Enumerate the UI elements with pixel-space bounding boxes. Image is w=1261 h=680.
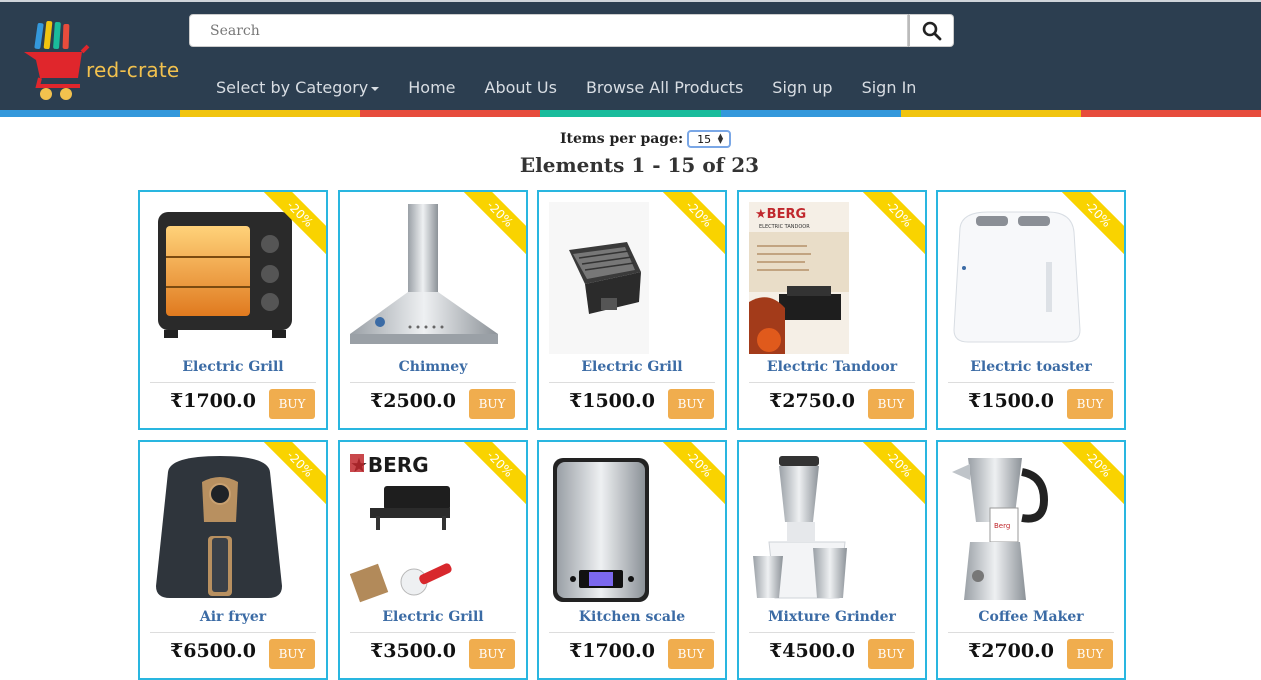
product-card[interactable]: ★BERG -20% Electric Grill ₹3500.0 BUY bbox=[338, 440, 528, 680]
divider bbox=[150, 632, 316, 633]
nav-label: Select by Category bbox=[216, 78, 369, 97]
main-nav: Select by Category Home About Us Browse … bbox=[216, 78, 945, 100]
product-name[interactable]: Coffee Maker bbox=[938, 609, 1124, 625]
divider bbox=[350, 632, 516, 633]
divider bbox=[749, 632, 915, 633]
svg-text:★BERG: ★BERG bbox=[755, 207, 806, 222]
product-name[interactable]: Mixture Grinder bbox=[739, 609, 925, 625]
oven-toaster-image[interactable] bbox=[150, 202, 300, 354]
product-price: ₹2500.0 bbox=[370, 390, 456, 412]
nav-sign-in[interactable]: Sign In bbox=[862, 78, 917, 100]
search-button[interactable] bbox=[908, 14, 954, 47]
kitchen-scale-image[interactable] bbox=[549, 452, 699, 604]
product-name[interactable]: Electric Tandoor bbox=[739, 359, 925, 375]
buy-button[interactable]: BUY bbox=[668, 639, 714, 669]
buy-button[interactable]: BUY bbox=[868, 639, 914, 669]
product-price: ₹1700.0 bbox=[569, 640, 655, 662]
product-name[interactable]: Electric Grill bbox=[539, 359, 725, 375]
product-price: ₹1500.0 bbox=[569, 390, 655, 412]
color-stripe bbox=[0, 110, 1261, 117]
buy-button[interactable]: BUY bbox=[269, 639, 315, 669]
product-card[interactable]: -20% Kitchen scale ₹1700.0 BUY bbox=[537, 440, 727, 680]
berg-grill-image[interactable]: ★BERG bbox=[350, 452, 500, 604]
mixer-grinder-image[interactable] bbox=[749, 452, 899, 604]
product-price: ₹4500.0 bbox=[769, 640, 855, 662]
product-price: ₹1500.0 bbox=[968, 390, 1054, 412]
electric-grill-image[interactable] bbox=[549, 202, 699, 354]
tandoor-brochure-image[interactable]: ★BERG ELECTRIC TANDOOR bbox=[749, 202, 899, 354]
product-price: ₹2700.0 bbox=[968, 640, 1054, 662]
brand-name: red-crate bbox=[86, 58, 180, 82]
stripe-segment bbox=[720, 110, 901, 117]
toaster-image[interactable] bbox=[948, 202, 1098, 354]
items-per-page: Items per page: 15 ▲ ▼ bbox=[560, 129, 732, 149]
buy-button[interactable]: BUY bbox=[868, 389, 914, 419]
product-card[interactable]: -20% Mixture Grinder ₹4500.0 BUY bbox=[737, 440, 927, 680]
nav-select-by-category[interactable]: Select by Category bbox=[216, 78, 380, 100]
buy-button[interactable]: BUY bbox=[469, 389, 515, 419]
divider bbox=[350, 382, 516, 383]
product-price: ₹6500.0 bbox=[170, 640, 256, 662]
product-card[interactable]: -20% Air fryer ₹6500.0 BUY bbox=[138, 440, 328, 680]
divider bbox=[749, 382, 915, 383]
items-per-page-value: 15 bbox=[697, 132, 712, 146]
search-input[interactable] bbox=[189, 14, 908, 47]
divider bbox=[948, 632, 1114, 633]
coffee-maker-image[interactable]: Berg bbox=[948, 452, 1098, 604]
select-arrows-icon: ▲ ▼ bbox=[717, 132, 724, 145]
search-icon bbox=[922, 21, 941, 40]
elements-count: Elements 1 - 15 of 23 bbox=[519, 153, 760, 177]
product-price: ₹2750.0 bbox=[769, 390, 855, 412]
stripe-segment bbox=[900, 110, 1081, 117]
caret-down-icon bbox=[371, 86, 380, 91]
buy-button[interactable]: BUY bbox=[1067, 389, 1113, 419]
items-per-page-select[interactable]: 15 ▲ ▼ bbox=[687, 130, 732, 148]
product-card[interactable]: -20% Electric Grill ₹1700.0 BUY bbox=[138, 190, 328, 430]
air-fryer-image[interactable] bbox=[150, 452, 300, 604]
product-name[interactable]: Air fryer bbox=[140, 609, 326, 625]
product-name[interactable]: Electric toaster bbox=[938, 359, 1124, 375]
items-per-page-label: Items per page: bbox=[560, 131, 684, 147]
nav-browse-all-products[interactable]: Browse All Products bbox=[586, 78, 743, 100]
product-name[interactable]: Chimney bbox=[340, 359, 526, 375]
svg-text:Berg: Berg bbox=[994, 522, 1010, 530]
chimney-image[interactable] bbox=[350, 202, 500, 354]
product-card[interactable]: -20% Electric toaster ₹1500.0 BUY bbox=[936, 190, 1126, 430]
product-name[interactable]: Electric Grill bbox=[340, 609, 526, 625]
nav-about-us[interactable]: About Us bbox=[485, 78, 557, 100]
product-price: ₹3500.0 bbox=[370, 640, 456, 662]
stripe-segment bbox=[180, 110, 361, 117]
search-bar bbox=[189, 14, 954, 47]
nav-sign-up[interactable]: Sign up bbox=[772, 78, 832, 100]
nav-home[interactable]: Home bbox=[408, 78, 455, 100]
buy-button[interactable]: BUY bbox=[668, 389, 714, 419]
divider bbox=[150, 382, 316, 383]
svg-text:ELECTRIC TANDOOR: ELECTRIC TANDOOR bbox=[759, 224, 810, 230]
divider bbox=[549, 632, 715, 633]
divider bbox=[549, 382, 715, 383]
product-price: ₹1700.0 bbox=[170, 390, 256, 412]
shopping-cart-logo-icon bbox=[24, 20, 90, 100]
product-name[interactable]: Electric Grill bbox=[140, 359, 326, 375]
product-name[interactable]: Kitchen scale bbox=[539, 609, 725, 625]
stripe-segment bbox=[0, 110, 181, 117]
navbar: red-crate Select by Category Home About … bbox=[0, 2, 1261, 110]
product-card[interactable]: ★BERG ELECTRIC TANDOOR -20% Electric Tand… bbox=[737, 190, 927, 430]
buy-button[interactable]: BUY bbox=[1067, 639, 1113, 669]
stripe-segment bbox=[360, 110, 541, 117]
product-card[interactable]: -20% Chimney ₹2500.0 BUY bbox=[338, 190, 528, 430]
divider bbox=[948, 382, 1114, 383]
product-card[interactable]: Berg -20% Coffee Maker ₹2700.0 BUY bbox=[936, 440, 1126, 680]
product-card[interactable]: -20% Electric Grill ₹1500.0 BUY bbox=[537, 190, 727, 430]
buy-button[interactable]: BUY bbox=[269, 389, 315, 419]
buy-button[interactable]: BUY bbox=[469, 639, 515, 669]
stripe-segment bbox=[1080, 110, 1261, 117]
stripe-segment bbox=[540, 110, 721, 117]
